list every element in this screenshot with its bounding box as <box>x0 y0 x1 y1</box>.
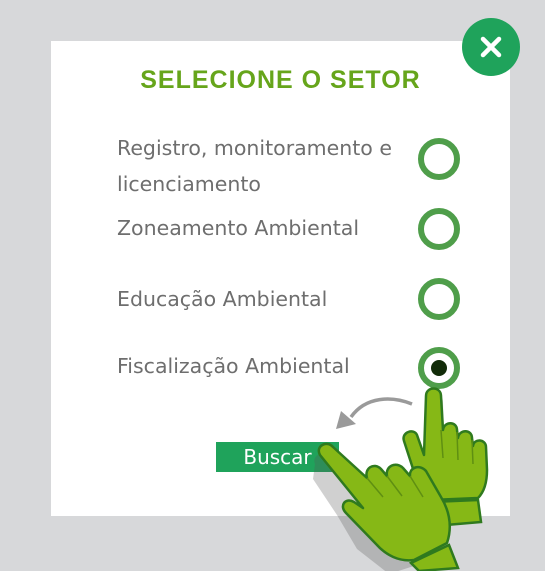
dialog-title: SELECIONE O SETOR <box>140 66 421 94</box>
option-label-educacao: Educação Ambiental <box>117 287 328 311</box>
search-button[interactable]: Buscar <box>216 442 339 472</box>
radio-fiscalizacao[interactable] <box>418 347 460 389</box>
radio-educacao[interactable] <box>418 278 460 320</box>
option-label-registro: Registro, monitoramento e licenciamento <box>117 136 392 196</box>
radio-zoneamento[interactable] <box>418 208 460 250</box>
radio-registro[interactable] <box>418 138 460 180</box>
option-label-fiscalizacao: Fiscalização Ambiental <box>117 354 350 378</box>
option-label-zoneamento: Zoneamento Ambiental <box>117 216 360 240</box>
